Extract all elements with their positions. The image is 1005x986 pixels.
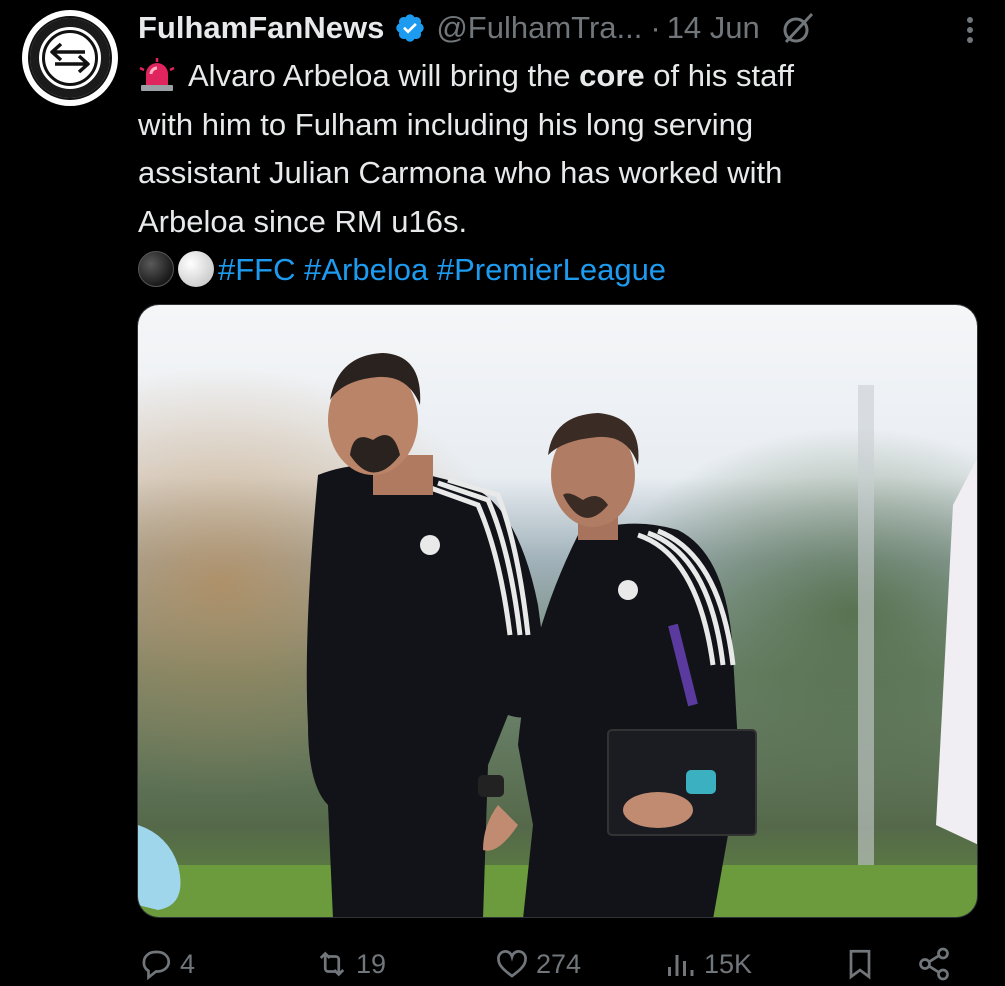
heart-icon [497,950,527,978]
tweet-text-part: of his staff [644,58,794,93]
hashtag-link[interactable]: #PremierLeague [437,252,666,287]
share-button[interactable] [916,946,958,982]
share-icon [919,947,949,981]
tweet-text-bold: core [579,58,645,93]
bookmark-button[interactable] [842,946,884,982]
like-button[interactable]: 274 [494,946,581,982]
tweet-header: FulhamFanNews @FulhamTra... · 14 Jun [138,6,985,50]
siren-emoji-icon [139,58,175,91]
grok-icon[interactable] [780,10,816,46]
hashtag-link[interactable]: #FFC [218,252,296,287]
tweet-line-3: assistant Julian Carmona who has worked … [138,155,783,190]
tweet-actions: 4 19 274 15K [138,942,968,986]
hashtag-link[interactable]: #Arbeloa [304,252,428,287]
display-name[interactable]: FulhamFanNews [138,10,384,46]
tweet-line-4: Arbeloa since RM u16s. [138,203,468,239]
repost-button[interactable]: 19 [314,946,386,982]
reply-button[interactable]: 4 [138,946,195,982]
views-button[interactable]: 15K [662,946,752,982]
more-options-icon[interactable] [965,14,975,46]
like-count: 274 [536,948,582,979]
user-handle[interactable]: @FulhamTra... [436,10,642,46]
black-circle-emoji-icon [138,251,174,287]
tweet-text: Alvaro Arbeloa will bring the core of hi… [138,52,958,295]
avatar[interactable] [22,10,118,106]
separator-dot: · [650,10,661,45]
tweet-line-1: Alvaro Arbeloa will bring the core of hi… [138,52,958,101]
verified-badge-icon[interactable] [394,12,426,44]
reply-icon [142,950,171,981]
tweet-media-image[interactable] [137,304,978,918]
repost-count: 19 [356,948,387,979]
tweet-text-part: Alvaro Arbeloa will bring the [188,58,580,93]
avatar-ring [28,16,112,100]
repost-icon [319,951,345,977]
tweet-line-hashtags: #FFC #Arbeloa #PremierLeague [138,246,958,295]
white-circle-emoji-icon [178,251,214,287]
tweet-line-2: with him to Fulham including his long se… [138,106,754,142]
tweet-date[interactable]: 14 Jun [667,10,760,46]
views-count: 15K [704,948,753,979]
reply-count: 4 [180,948,196,979]
views-icon [668,955,694,976]
bookmark-icon [849,949,871,980]
transfer-arrows-icon [42,30,98,86]
